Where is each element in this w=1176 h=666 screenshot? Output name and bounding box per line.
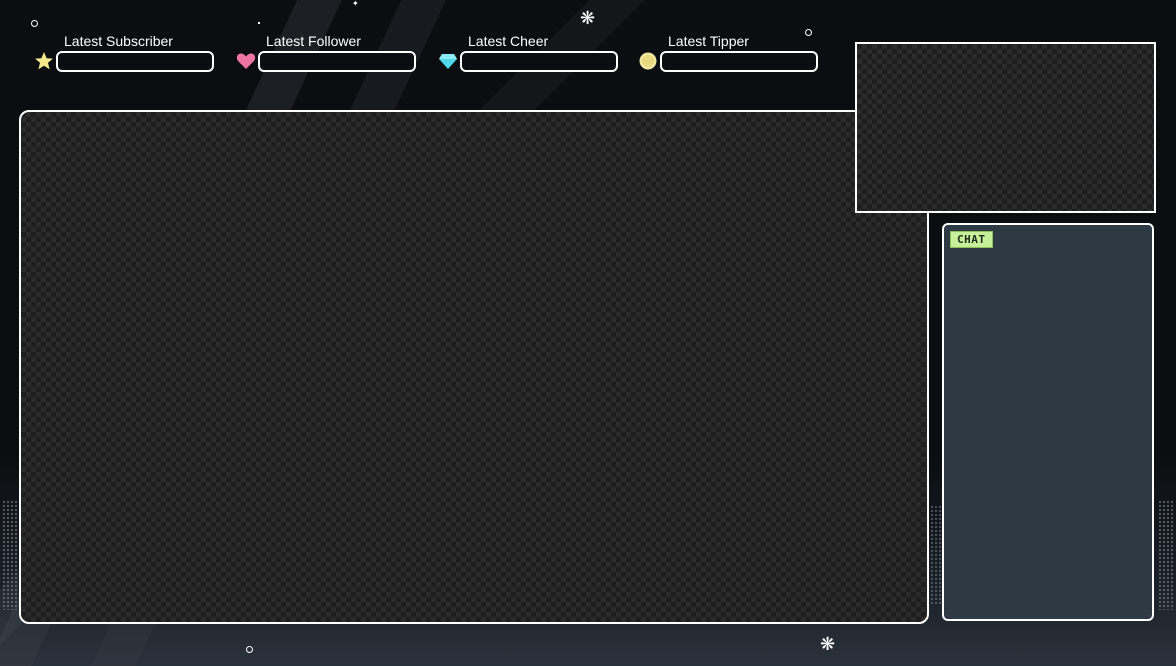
alert-value-bar bbox=[258, 51, 416, 72]
alert-latest-follower: Latest Follower bbox=[236, 33, 436, 73]
sparkle-icon: ❋ bbox=[820, 634, 836, 655]
gem-icon bbox=[439, 54, 457, 69]
coin-icon bbox=[639, 52, 657, 70]
dot-pattern-left bbox=[2, 500, 18, 610]
alert-label: Latest Follower bbox=[266, 33, 361, 49]
alert-value-bar bbox=[56, 51, 214, 72]
dot-pattern-right bbox=[1158, 500, 1174, 610]
alert-value-bar bbox=[460, 51, 618, 72]
stream-overlay: ❋ ❋ ✦ Latest Subscriber Latest Follower … bbox=[0, 0, 1176, 666]
star-icon bbox=[35, 52, 53, 70]
alert-label: Latest Tipper bbox=[668, 33, 749, 49]
alert-label: Latest Subscriber bbox=[64, 33, 173, 49]
sparkle-icon: ❋ bbox=[580, 8, 596, 29]
alert-value-bar bbox=[660, 51, 818, 72]
webcam-frame bbox=[855, 42, 1156, 213]
heart-icon bbox=[236, 53, 256, 69]
chat-panel: CHAT bbox=[942, 223, 1154, 621]
dot-decoration bbox=[258, 22, 260, 24]
chat-tag: CHAT bbox=[950, 231, 993, 248]
alert-latest-subscriber: Latest Subscriber bbox=[34, 33, 234, 73]
ring-decoration bbox=[246, 646, 253, 653]
alert-latest-tipper: Latest Tipper bbox=[638, 33, 838, 73]
sparkle-icon: ✦ bbox=[352, 0, 359, 8]
main-screen-area bbox=[19, 110, 929, 624]
ring-decoration bbox=[31, 20, 38, 27]
alert-label: Latest Cheer bbox=[468, 33, 549, 49]
dot-pattern-middle bbox=[930, 505, 942, 605]
alert-latest-cheer: Latest Cheer bbox=[438, 33, 638, 73]
